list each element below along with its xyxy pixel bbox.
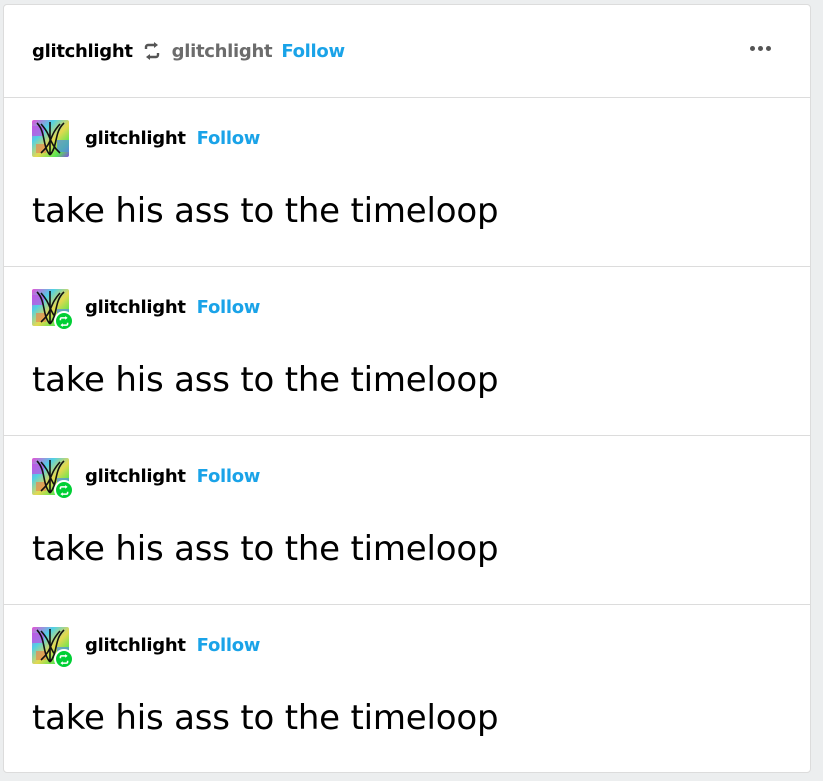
reblog-badge-icon [54,480,74,500]
follow-button[interactable]: Follow [197,635,261,656]
trail-header: glitchlight Follow [32,458,261,500]
reblog-trail: glitchlight Follow take his ass to the t… [4,98,810,772]
trail-header: glitchlight Follow [32,627,261,669]
post-text: take his ass to the timeloop [32,191,499,231]
post-text: take his ass to the timeloop [32,698,499,738]
more-options-icon[interactable] [750,46,771,51]
trail-item: glitchlight Follow take his ass to the t… [4,436,810,605]
avatar[interactable] [32,289,74,331]
trail-header: glitchlight Follow [32,289,261,331]
avatar[interactable] [32,120,69,157]
trail-item: glitchlight Follow take his ass to the t… [4,98,810,267]
reblogged-from-link[interactable]: glitchlight [172,41,273,62]
trail-header: glitchlight Follow [32,120,260,157]
follow-button[interactable]: Follow [281,41,345,62]
reblog-icon [142,41,164,61]
trail-username-link[interactable]: glitchlight [85,635,186,656]
follow-button[interactable]: Follow [197,466,261,487]
trail-username-link[interactable]: glitchlight [85,466,186,487]
reblog-badge-icon [54,311,74,331]
post-header: glitchlight glitchlight Follow [4,5,810,98]
post-card: glitchlight glitchlight Follow glitchlig… [3,4,811,773]
follow-button[interactable]: Follow [197,128,261,149]
post-text: take his ass to the timeloop [32,360,499,400]
trail-username-link[interactable]: glitchlight [85,297,186,318]
trail-username-link[interactable]: glitchlight [85,128,186,149]
trail-item: glitchlight Follow take his ass to the t… [4,605,810,772]
blog-name-link[interactable]: glitchlight [32,41,133,62]
avatar[interactable] [32,458,74,500]
avatar-image [32,120,69,157]
avatar[interactable] [32,627,74,669]
post-text: take his ass to the timeloop [32,529,499,569]
follow-button[interactable]: Follow [197,297,261,318]
trail-item: glitchlight Follow take his ass to the t… [4,267,810,436]
reblog-badge-icon [54,649,74,669]
